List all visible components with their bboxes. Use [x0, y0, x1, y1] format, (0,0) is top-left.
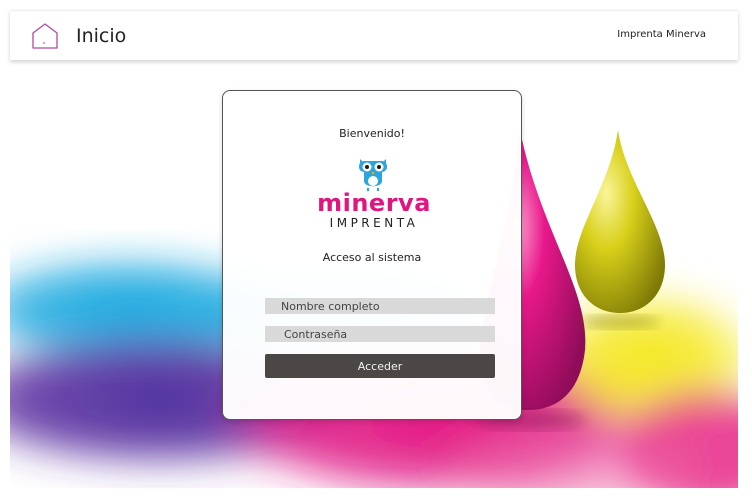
login-card: Bienvenido! minerva IMPRENTA Acceso al s…: [222, 90, 522, 420]
access-title: Acceso al sistema: [322, 251, 422, 264]
logo-subtitle: IMPRENTA: [329, 216, 419, 230]
home-icon[interactable]: [30, 22, 60, 50]
brand-link[interactable]: Imprenta Minerva: [617, 29, 706, 40]
page-title: Inicio: [76, 25, 127, 47]
password-input[interactable]: [265, 326, 495, 342]
top-header: Inicio Imprenta Minerva: [10, 10, 738, 60]
logo-wordmark: minerva: [317, 189, 431, 217]
full-name-input[interactable]: [265, 298, 495, 314]
welcome-text: Bienvenido!: [339, 127, 405, 140]
owl-icon: [359, 159, 387, 191]
minerva-logo: minerva IMPRENTA: [305, 153, 443, 237]
login-button[interactable]: Acceder: [265, 354, 495, 378]
